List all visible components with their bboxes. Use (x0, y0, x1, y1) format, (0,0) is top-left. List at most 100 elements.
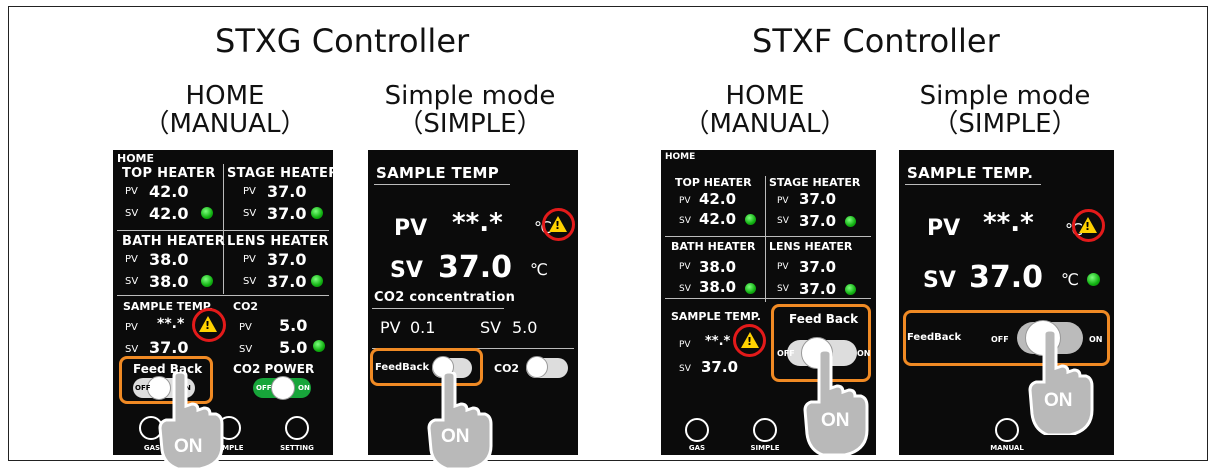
setting-label: SETTING (280, 444, 314, 452)
caption-line2: （SIMPLE） (397, 109, 543, 139)
lens-heater-sv: 37.0 (267, 272, 307, 291)
bath-heater-pv: 38.0 (699, 258, 737, 276)
sv-unit: ℃ (1061, 270, 1079, 289)
caption-stxf-simple: Simple mode （SIMPLE） (910, 82, 1100, 138)
sample-temp-pv: **.* (705, 334, 731, 349)
caption-line2: （SIMPLE） (932, 109, 1078, 139)
sv-led (1087, 273, 1100, 286)
co2-pv-label: PV (380, 318, 401, 337)
on-callout: ON (821, 410, 850, 431)
sv-label: SV (679, 364, 691, 374)
gas-label: GAS (688, 444, 706, 452)
top-heater-pv: 42.0 (149, 182, 189, 201)
off-label: OFF (777, 349, 795, 358)
pv-label: PV (243, 254, 256, 265)
simple-label: SIMPLE (750, 444, 780, 452)
bath-heater-sv: 38.0 (149, 272, 189, 291)
bath-heater-sv: 38.0 (699, 278, 737, 296)
co2-pv: 5.0 (279, 316, 308, 335)
top-heater-led (201, 207, 213, 219)
sv-label: SV (679, 216, 691, 226)
pv-label: PV (394, 216, 428, 241)
sv-label: SV (390, 258, 423, 283)
stage-heater-sv: 37.0 (799, 212, 837, 230)
sv-label: SV (777, 284, 789, 294)
co2-sv-label: SV (480, 318, 502, 337)
stage-heater-pv: 37.0 (267, 182, 307, 201)
manual-label: MANUAL (990, 444, 1024, 452)
sv-label: SV (243, 208, 257, 219)
pointing-hand-icon: ON (427, 372, 493, 469)
caption-line1: HOME (185, 81, 265, 111)
sample-temp-sv: 37.0 (701, 358, 739, 376)
stxg-title: STXG Controller (215, 22, 470, 60)
warning-highlight-ring (1072, 209, 1105, 242)
sample-temp-sv: 37.0 (149, 338, 189, 357)
caption-line2: （MANUAL） (143, 109, 307, 139)
pv-label: PV (927, 216, 961, 241)
bath-heater-pv: 38.0 (149, 250, 189, 269)
bath-heater-label: BATH HEATER (122, 234, 226, 249)
sv-label: SV (239, 344, 253, 355)
sample-sv-value: 37.0 (969, 260, 1044, 295)
stage-heater-label: STAGE HEATER (227, 166, 333, 181)
sample-temp-pv: **.* (157, 316, 185, 332)
divider (223, 164, 224, 294)
co2-led (313, 340, 325, 352)
on-callout: ON (441, 426, 470, 447)
pv-label: PV (777, 196, 789, 206)
lens-heater-led (845, 284, 856, 295)
pv-label: PV (679, 340, 691, 350)
home-label: HOME (665, 152, 696, 162)
co2-concentration-header: CO2 concentration (374, 290, 516, 305)
pointing-hand-icon: ON (158, 372, 224, 469)
co2-power-toggle-knob (271, 376, 295, 400)
sample-pv-value: **.* (983, 208, 1034, 238)
pv-label: PV (679, 196, 691, 206)
manual-button[interactable] (995, 418, 1019, 442)
simple-button[interactable] (753, 418, 777, 442)
lens-heater-sv: 37.0 (799, 280, 837, 298)
sv-label: SV (125, 344, 139, 355)
pointing-hand-icon: ON (1028, 330, 1094, 435)
sample-temp-header: SAMPLE TEMP (376, 164, 500, 182)
home-label: HOME (117, 152, 155, 165)
sv-label: SV (923, 268, 956, 293)
feedback-label: FeedBack (375, 362, 430, 373)
stage-heater-sv: 37.0 (267, 204, 307, 223)
caption-line1: HOME (725, 81, 805, 111)
pv-label: PV (777, 262, 789, 272)
caption-line2: （MANUAL） (683, 109, 847, 139)
sample-pv-value: **.* (452, 208, 503, 238)
warning-highlight-ring (542, 208, 575, 241)
top-heater-sv: 42.0 (149, 204, 189, 223)
pv-label: PV (125, 322, 138, 333)
divider (765, 176, 766, 302)
sv-unit: ℃ (530, 260, 548, 279)
setting-button[interactable] (285, 416, 309, 440)
sv-label: SV (125, 276, 139, 287)
warning-highlight-ring (192, 308, 226, 342)
divider (374, 184, 510, 185)
co2-toggle-knob (526, 356, 548, 378)
stage-heater-pv: 37.0 (799, 190, 837, 208)
top-heater-sv: 42.0 (699, 210, 737, 228)
divider (665, 298, 871, 299)
lens-heater-pv: 37.0 (799, 258, 837, 276)
stage-heater-led (845, 216, 856, 227)
caption-line1: Simple mode (384, 81, 556, 111)
divider (905, 184, 1041, 185)
top-heater-label: TOP HEATER (122, 166, 216, 181)
sv-label: SV (125, 208, 139, 219)
divider (665, 236, 871, 237)
stage-heater-led (311, 207, 323, 219)
co2-pv-value: 0.1 (410, 318, 436, 337)
lens-heater-led (311, 275, 323, 287)
feedback-label: Feed Back (789, 312, 859, 326)
sv-label: SV (777, 216, 789, 226)
pv-label: PV (243, 186, 256, 197)
gas-button[interactable] (685, 418, 709, 442)
off-label: OFF (135, 384, 151, 392)
sample-sv-value: 37.0 (438, 250, 513, 285)
pv-label: PV (125, 254, 138, 265)
